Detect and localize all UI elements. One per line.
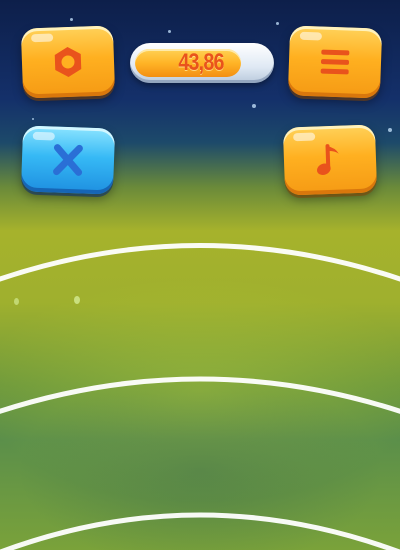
music-note-icon <box>317 144 339 175</box>
score-value: 43,86 <box>178 49 224 76</box>
button-shine <box>32 131 55 141</box>
track-arc-bottom <box>0 512 400 550</box>
track-arc-top <box>0 243 400 282</box>
track-arc-middle <box>0 376 400 414</box>
button-shine <box>299 31 323 41</box>
menu-button[interactable] <box>287 25 383 99</box>
close-button[interactable] <box>20 125 116 195</box>
score-display: 43,86 <box>130 43 274 83</box>
button-shine <box>31 33 54 43</box>
menu-icon <box>320 49 350 75</box>
nut-icon <box>54 47 82 77</box>
music-button[interactable] <box>282 124 378 196</box>
close-icon <box>53 144 83 176</box>
settings-button[interactable] <box>20 25 116 99</box>
